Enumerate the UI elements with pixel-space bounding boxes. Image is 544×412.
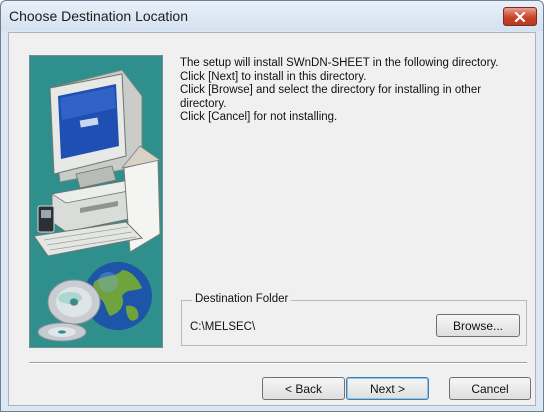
window-title: Choose Destination Location xyxy=(9,8,189,24)
instruction-line: Click [Cancel] for not installing. xyxy=(180,111,338,123)
computer-globe-illustration-icon xyxy=(33,69,161,342)
setup-illustration xyxy=(29,55,163,348)
next-button[interactable]: Next > xyxy=(346,377,429,400)
title-bar[interactable]: Choose Destination Location xyxy=(1,1,543,31)
instruction-line: Click [Browse] and select the directory … xyxy=(180,84,482,110)
instruction-line: Click [Next] to install in this director… xyxy=(180,70,367,83)
dialog-body: The setup will install SWnDN-SHEET in th… xyxy=(8,32,536,406)
destination-folder-label: Destination Folder xyxy=(192,293,292,305)
cancel-button[interactable]: Cancel xyxy=(449,377,531,400)
destination-path: C:\MELSEC\ xyxy=(190,321,256,333)
instructions-text: The setup will install SWnDN-SHEET in th… xyxy=(180,57,520,125)
separator xyxy=(29,362,527,364)
instruction-line: The setup will install SWnDN-SHEET in th… xyxy=(180,57,499,69)
close-icon xyxy=(514,11,526,22)
setup-dialog: Choose Destination Location The setup wi… xyxy=(0,0,544,412)
back-button[interactable]: < Back xyxy=(262,377,345,400)
browse-button[interactable]: Browse... xyxy=(436,314,520,337)
destination-folder-group: Destination Folder C:\MELSEC\ Browse... xyxy=(181,293,527,346)
close-button[interactable] xyxy=(503,7,537,26)
